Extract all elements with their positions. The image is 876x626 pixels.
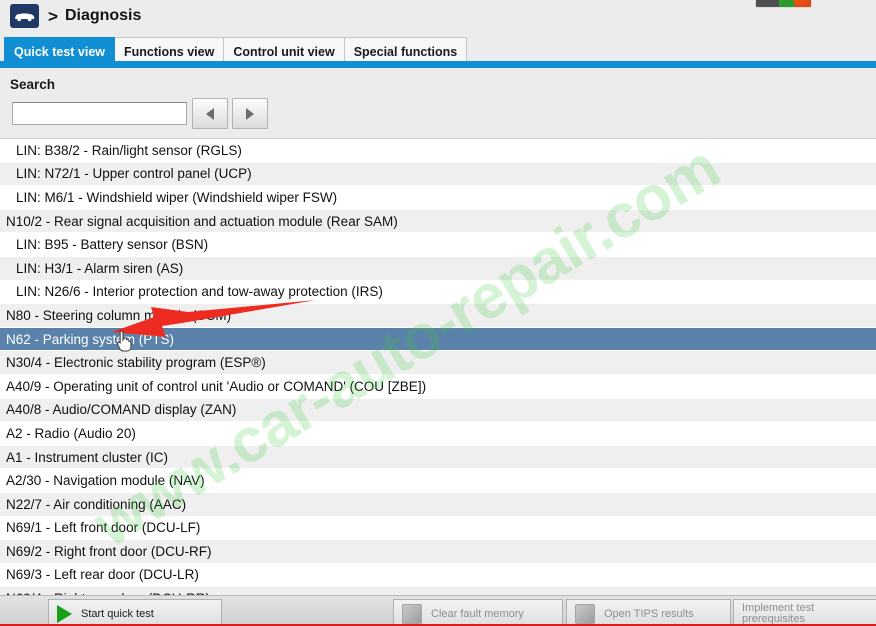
play-icon (57, 605, 72, 623)
list-item[interactable]: LIN: N72/1 - Upper control panel (UCP) (0, 162, 876, 187)
list-item[interactable]: A40/9 - Operating unit of control unit '… (0, 375, 876, 399)
triangle-left-icon (206, 107, 214, 120)
open-tips-results-label: Open TIPS results (604, 607, 694, 620)
list-item[interactable]: N69/2 - Right front door (DCU-RF) (0, 540, 876, 564)
list-item[interactable]: N69/1 - Left front door (DCU-LF) (0, 517, 876, 541)
clear-fault-memory-button[interactable]: Clear fault memory (393, 599, 563, 626)
start-quick-test-button[interactable]: Start quick test (48, 599, 222, 626)
triangle-right-icon (246, 107, 254, 120)
list-item[interactable]: LIN: N26/6 - Interior protection and tow… (0, 281, 876, 305)
implement-test-prerequisites-label: Implement test prerequisites (742, 602, 815, 625)
list-item[interactable]: N69/3 - Left rear door (DCU-LR) (0, 564, 876, 588)
car-icon (10, 4, 39, 28)
search-previous-button[interactable] (192, 98, 228, 129)
search-input[interactable] (12, 102, 187, 125)
list-item[interactable]: N69/4 - Right rear door (DCU-RR) (0, 587, 876, 595)
search-label: Search (10, 77, 56, 92)
start-quick-test-label: Start quick test (81, 607, 154, 620)
diagnosis-application-window: > Diagnosis Quick test view Functions vi… (0, 0, 876, 626)
list-item[interactable]: N10/2 - Rear signal acquisition and actu… (0, 209, 876, 234)
open-tips-results-button[interactable]: Open TIPS results (566, 599, 731, 626)
search-next-button[interactable] (232, 98, 268, 129)
list-item[interactable]: N30/4 - Electronic stability program (ES… (0, 351, 876, 375)
cube-icon (402, 604, 422, 624)
cube-icon (575, 604, 595, 624)
tab-accent-bar (0, 61, 876, 68)
list-item[interactable]: N80 - Steering column module (SCM) (0, 304, 876, 328)
status-indicator-icon (755, 0, 812, 8)
list-item[interactable]: A40/8 - Audio/COMAND display (ZAN) (0, 398, 876, 423)
list-item[interactable]: A2 - Radio (Audio 20) (0, 422, 876, 446)
list-item[interactable]: LIN: B38/2 - Rain/light sensor (RGLS) (0, 139, 876, 163)
breadcrumb-separator: > (48, 6, 58, 26)
clear-fault-memory-label: Clear fault memory (431, 607, 524, 620)
list-item[interactable]: LIN: B95 - Battery sensor (BSN) (0, 233, 876, 257)
list-item[interactable]: LIN: H3/1 - Alarm siren (AS) (0, 256, 876, 281)
app-header: > Diagnosis (0, 0, 876, 32)
implement-test-prerequisites-button[interactable]: Implement test prerequisites (733, 599, 876, 626)
list-item[interactable]: A2/30 - Navigation module (NAV) (0, 469, 876, 493)
control-unit-list[interactable]: LIN: B38/2 - Rain/light sensor (RGLS) LIN… (0, 139, 876, 595)
list-item-selected[interactable]: N62 - Parking system (PTS) (0, 327, 876, 352)
list-item[interactable]: N22/7 - Air conditioning (AAC) (0, 492, 876, 517)
list-item[interactable]: LIN: M6/1 - Windshield wiper (Windshield… (0, 186, 876, 210)
page-title: Diagnosis (64, 7, 142, 24)
list-item[interactable]: A1 - Instrument cluster (IC) (0, 445, 876, 470)
bottom-toolbar: Start quick test Clear fault memory Open… (0, 595, 876, 626)
search-panel: Search (0, 68, 876, 139)
